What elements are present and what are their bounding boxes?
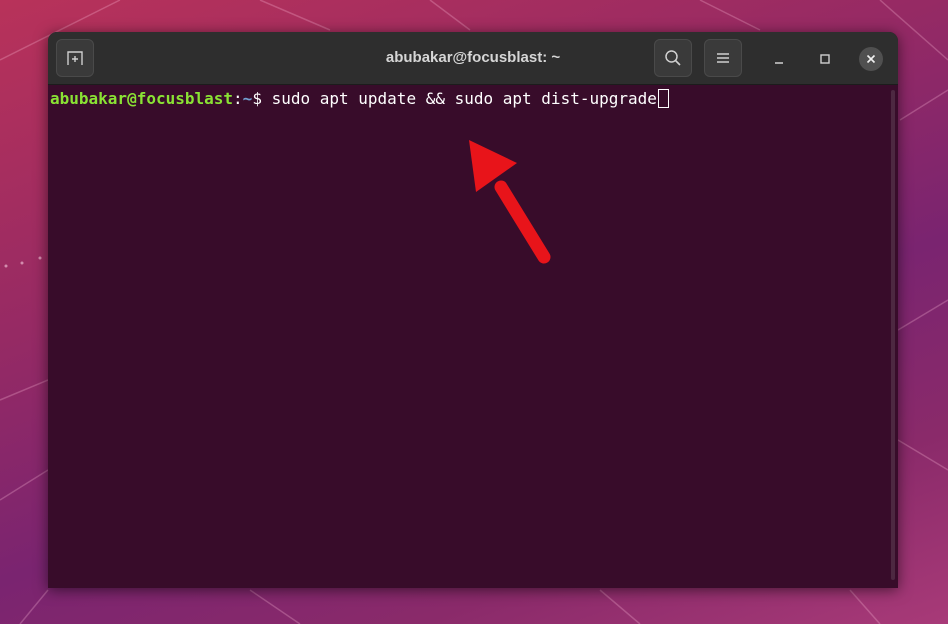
annotation-arrow-icon [469, 140, 551, 264]
